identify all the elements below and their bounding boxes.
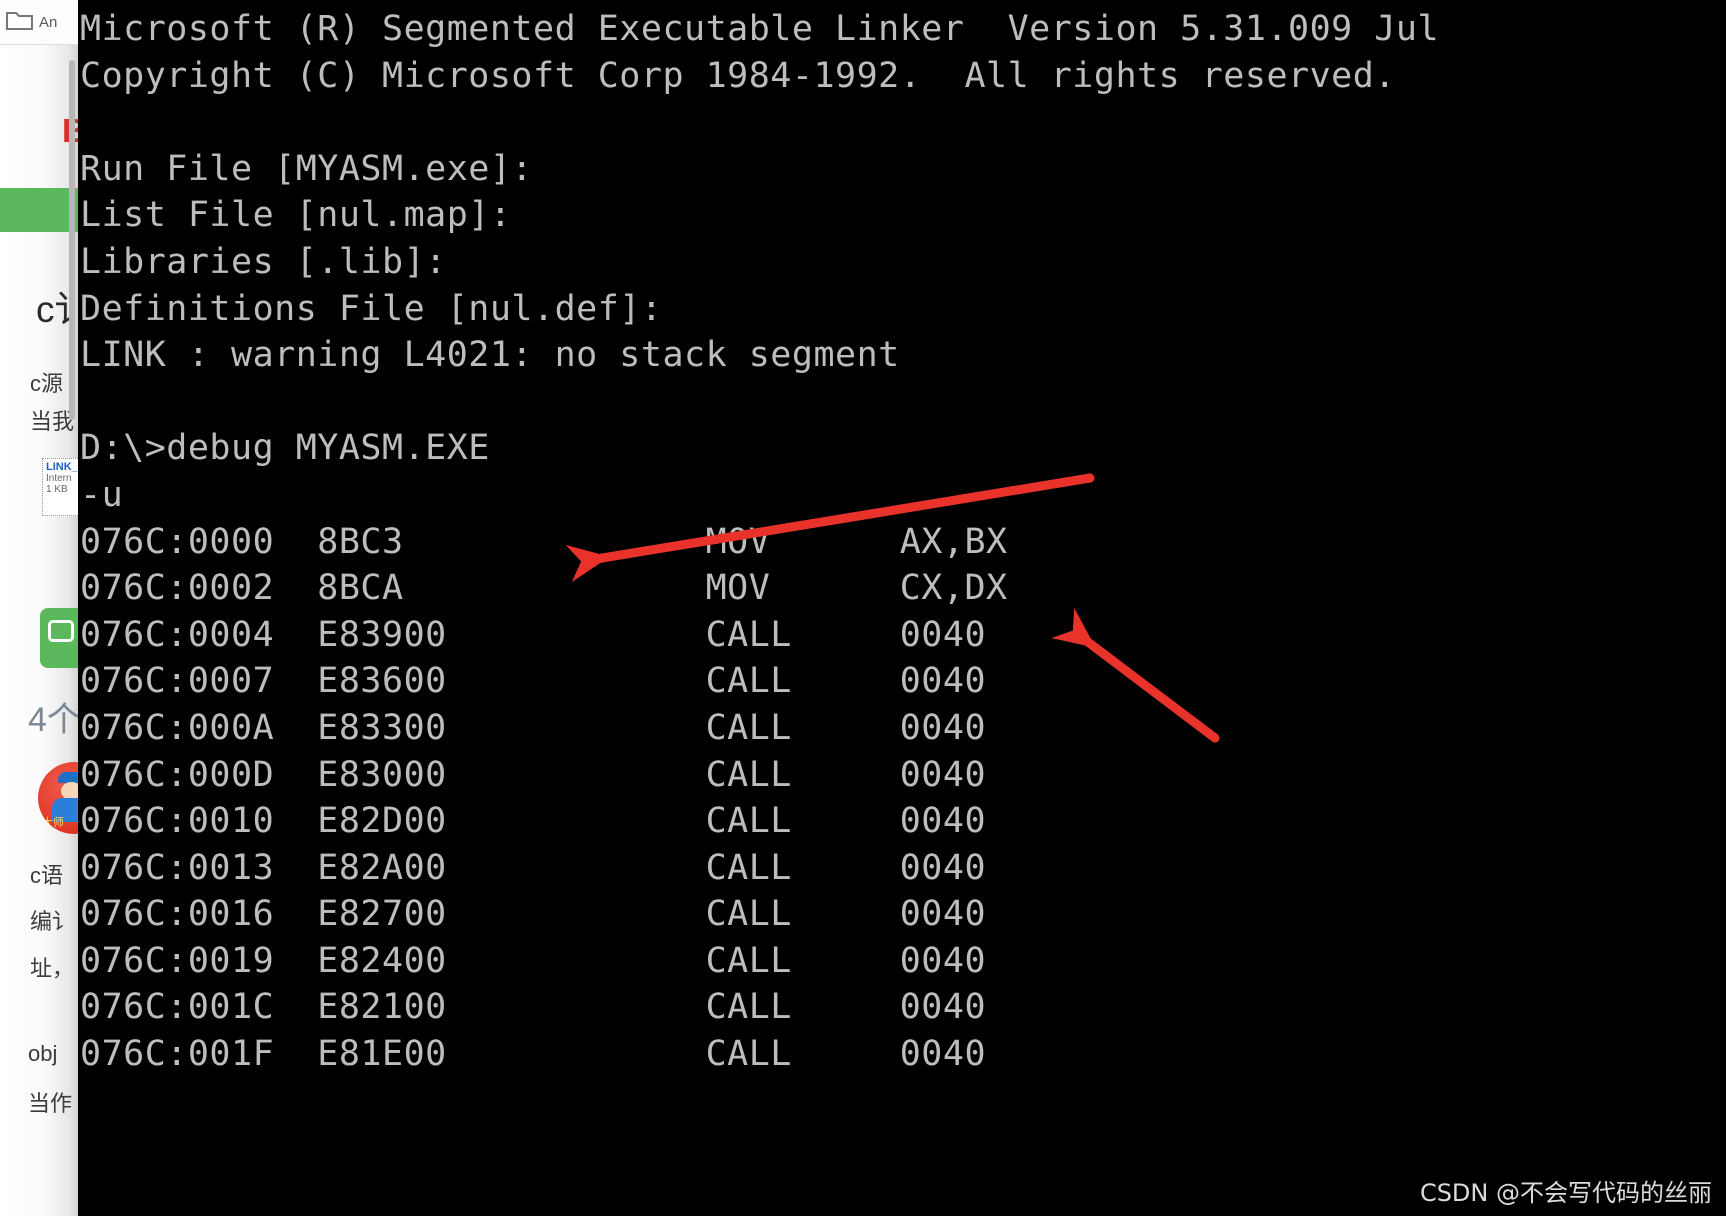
avatar-caption: 大师 bbox=[42, 817, 64, 829]
disassembly-row: 076C:0002 8BCA MOV CX,DX bbox=[80, 568, 1008, 609]
console-line: D:\>debug MYASM.EXE bbox=[80, 428, 490, 469]
watermark: CSDN @不会写代码的丝丽 bbox=[1419, 1179, 1712, 1207]
disassembly-row: 076C:0004 E83900 CALL 0040 bbox=[80, 614, 987, 655]
article-paragraph-2: 当我 bbox=[30, 409, 75, 434]
disassembly-row: 076C:001F E81E00 CALL 0040 bbox=[80, 1034, 987, 1075]
disassembly-row: 076C:0010 E82D00 CALL 0040 bbox=[80, 801, 987, 842]
dos-console-window[interactable]: Microsoft (R) Segmented Executable Linke… bbox=[76, 0, 1726, 1216]
disassembly-row: 076C:0007 E83600 CALL 0040 bbox=[80, 661, 987, 702]
article-badge: B bbox=[0, 110, 78, 152]
console-line: Microsoft (R) Segmented Executable Linke… bbox=[80, 9, 1440, 49]
console-output: Microsoft (R) Segmented Executable Linke… bbox=[80, 6, 1726, 1078]
console-line: Copyright (C) Microsoft Corp 1984-1992. … bbox=[80, 55, 1396, 96]
file-size: 1 KB bbox=[46, 484, 68, 495]
disassembly-row: 076C:0000 8BC3 MOV AX,BX bbox=[80, 521, 1008, 562]
file-type: Intern bbox=[46, 473, 72, 484]
disassembly-row: 076C:000A E83300 CALL 0040 bbox=[80, 707, 987, 748]
attached-file-card[interactable]: LINK_ Intern 1 KB bbox=[42, 458, 78, 516]
comment-icon bbox=[48, 620, 74, 642]
disassembly-row: 076C:0019 E82400 CALL 0040 bbox=[80, 940, 987, 981]
disassembly-row: 076C:001C E82100 CALL 0040 bbox=[80, 987, 987, 1028]
console-line: Run File [MYASM.exe]: bbox=[80, 148, 534, 189]
article-paragraph-1: c源 bbox=[30, 371, 64, 396]
comment-button[interactable] bbox=[40, 608, 78, 668]
browser-tab-bar[interactable]: An bbox=[0, 0, 78, 45]
disassembly-row: 076C:0013 E82A00 CALL 0040 bbox=[80, 847, 987, 888]
article-paragraph-6: obj bbox=[28, 1041, 58, 1066]
disassembly-row: 076C:000D E83000 CALL 0040 bbox=[80, 754, 987, 795]
highlight-bar bbox=[0, 188, 78, 232]
file-name: LINK_ bbox=[46, 461, 78, 473]
page-scrollbar[interactable] bbox=[69, 60, 75, 420]
avatar[interactable]: 大师 bbox=[38, 762, 78, 834]
console-line: List File [nul.map]: bbox=[80, 195, 512, 236]
console-line: -u bbox=[80, 474, 124, 515]
article-paragraph-3: c语 bbox=[30, 863, 64, 888]
article-paragraph-4: 编讠 bbox=[30, 909, 75, 934]
comment-count-label: 4个 bbox=[28, 701, 78, 739]
article-paragraph-7: 当作 bbox=[28, 1091, 73, 1116]
article-heading: c讠 bbox=[36, 289, 78, 330]
background-page-strip: An B c讠 c源 当我 LINK_ Intern 1 KB 4个 大师 c语… bbox=[0, 0, 78, 1216]
disassembly-row: 076C:0016 E82700 CALL 0040 bbox=[80, 894, 987, 935]
browser-tab-label: An bbox=[39, 13, 58, 31]
console-line: LINK : warning L4021: no stack segment bbox=[80, 335, 900, 376]
console-line: Definitions File [nul.def]: bbox=[80, 288, 663, 329]
article-paragraph-5: 址， bbox=[30, 956, 75, 981]
console-line: Libraries [.lib]: bbox=[80, 241, 447, 282]
folder-icon bbox=[6, 9, 34, 36]
